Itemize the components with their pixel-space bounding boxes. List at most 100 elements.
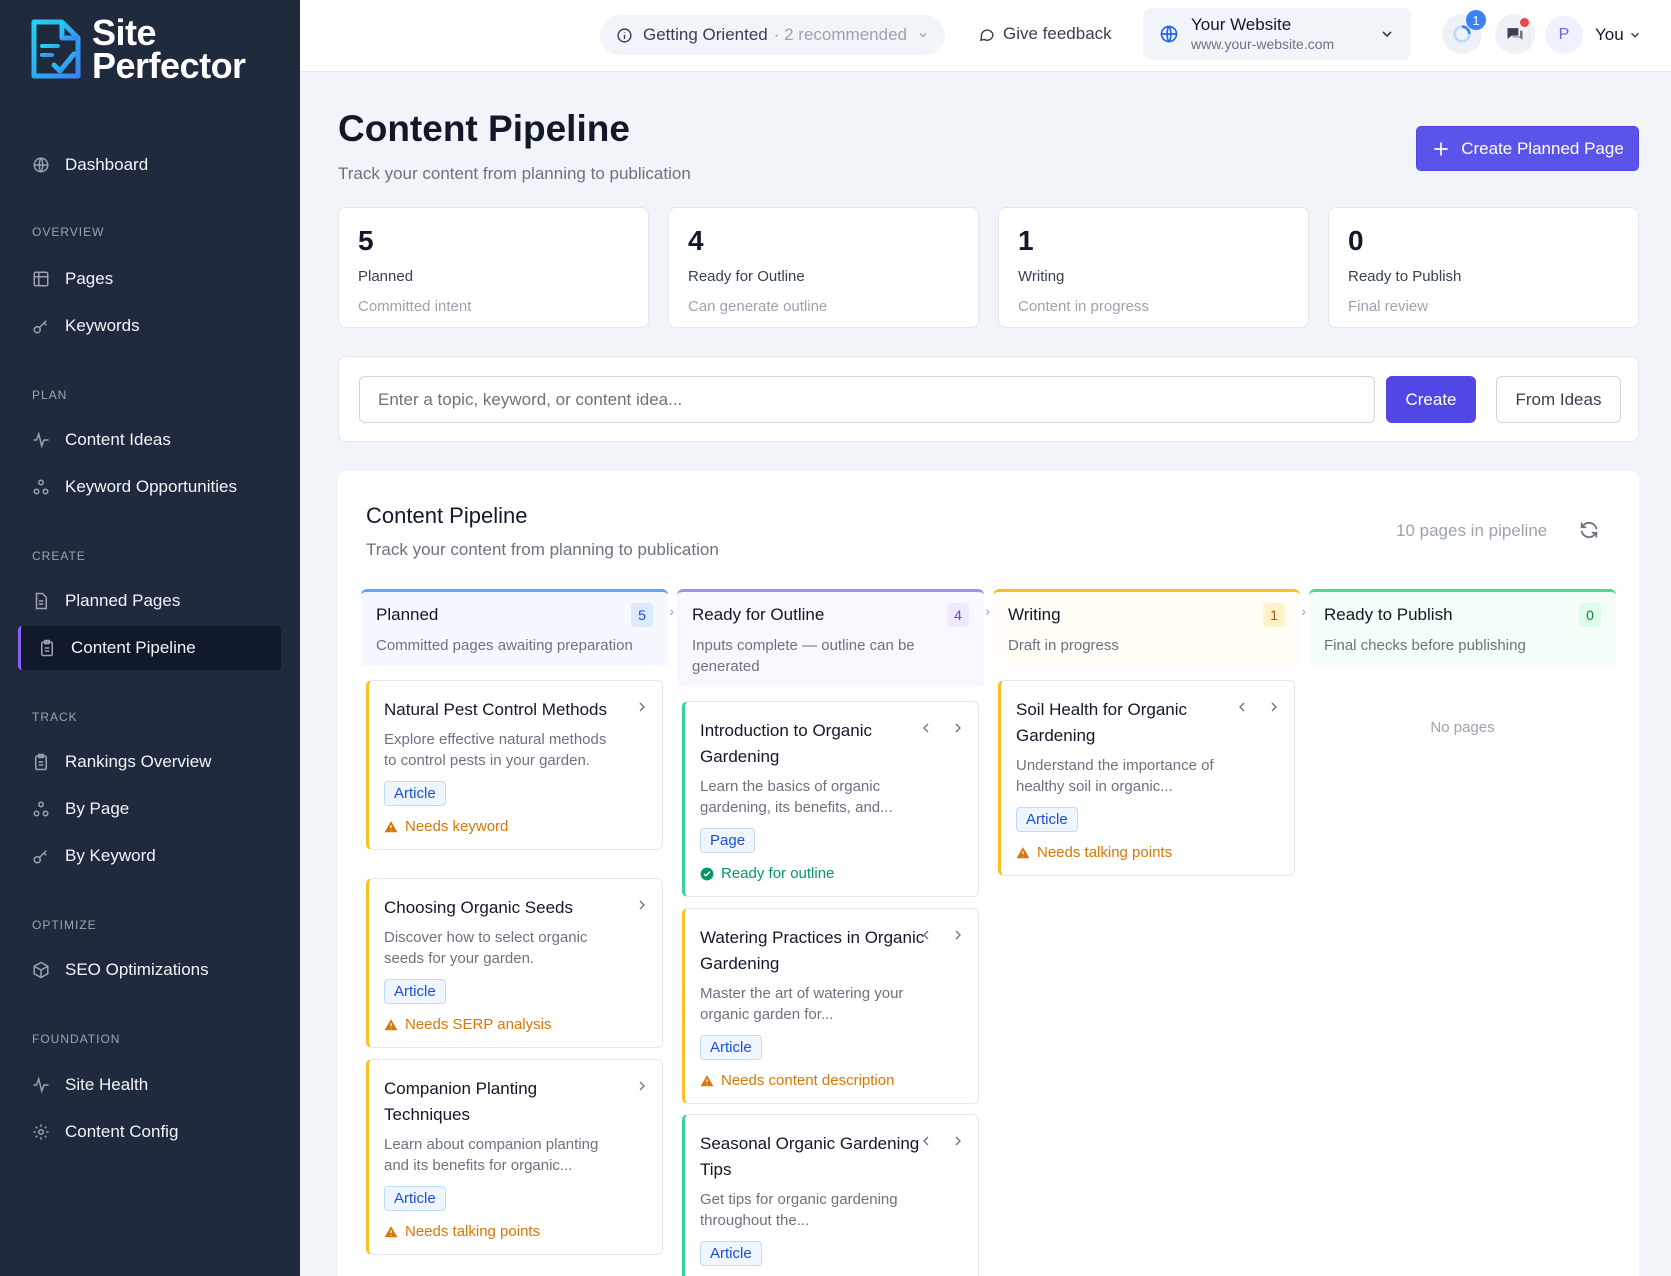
- chevron-right-icon[interactable]: [1266, 699, 1282, 715]
- pipeline-card[interactable]: Seasonal Organic Gardening Tips Get tips…: [682, 1114, 979, 1276]
- sidebar-item-dashboard[interactable]: Dashboard: [18, 143, 281, 187]
- stat-value: 1: [1018, 225, 1034, 256]
- sidebar-item-rankings-overview[interactable]: Rankings Overview: [18, 740, 281, 784]
- give-feedback-button[interactable]: Give feedback: [978, 24, 1112, 44]
- chevron-right-icon[interactable]: [950, 720, 966, 736]
- create-planned-page-button[interactable]: Create Planned Page: [1416, 126, 1639, 171]
- pipeline-card[interactable]: Choosing Organic Seeds Discover how to s…: [366, 878, 663, 1048]
- content-type-tag: Article: [700, 1035, 762, 1060]
- warning-icon: [384, 1018, 398, 1032]
- chevron-left-icon[interactable]: [1234, 699, 1250, 715]
- content-type-tag: Article: [384, 1186, 446, 1211]
- create-button[interactable]: Create: [1386, 376, 1476, 423]
- sidebar-item-planned-pages[interactable]: Planned Pages: [18, 579, 281, 623]
- stat-description: Can generate outline: [688, 298, 828, 315]
- card-status: Ready for outline: [700, 865, 962, 882]
- user-label: You: [1595, 25, 1624, 44]
- nav-section-plan: PLAN: [32, 388, 68, 402]
- sidebar-item-label: Keyword Opportunities: [65, 477, 237, 496]
- chat-bubbles-icon: [1505, 24, 1525, 44]
- chevron-right-icon: ›: [1301, 603, 1306, 619]
- stat-label: Planned: [358, 268, 414, 285]
- stat-description: Committed intent: [358, 298, 472, 315]
- chevron-left-icon[interactable]: [918, 720, 934, 736]
- card-title: Choosing Organic Seeds: [384, 898, 574, 917]
- content-type-tag: Article: [700, 1241, 762, 1266]
- column-count-badge: 0: [1579, 603, 1601, 627]
- sidebar-item-keywords[interactable]: Keywords: [18, 304, 281, 348]
- sidebar-item-label: By Keyword: [65, 846, 156, 865]
- sidebar-item-pages[interactable]: Pages: [18, 257, 281, 301]
- avatar: P: [1545, 16, 1583, 54]
- stat-value: 5: [358, 225, 374, 256]
- getting-oriented-label: Getting Oriented: [643, 25, 768, 44]
- chevron-right-icon[interactable]: [634, 699, 650, 715]
- clipboard-icon: [38, 639, 56, 657]
- column-header: Writing 1 Draft in progress: [993, 589, 1300, 666]
- card-description: Get tips for organic gardening throughou…: [700, 1191, 898, 1229]
- content-type-tag: Article: [1016, 807, 1078, 832]
- notification-count-badge: 1: [1466, 10, 1486, 30]
- chevron-right-icon[interactable]: [634, 897, 650, 913]
- chevron-left-icon[interactable]: [918, 927, 934, 943]
- card-status: Needs SERP analysis: [384, 1016, 646, 1033]
- sidebar-item-content-ideas[interactable]: Content Ideas: [18, 418, 281, 462]
- info-icon: [616, 27, 633, 44]
- column-description: Committed pages awaiting preparation: [376, 637, 633, 654]
- card-description: Learn the basics of organic gardening, i…: [700, 778, 893, 816]
- sidebar-item-label: Rankings Overview: [65, 752, 212, 771]
- pulse-icon: [32, 1076, 50, 1094]
- board-subtitle: Track your content from planning to publ…: [366, 540, 719, 559]
- nav-section-track: TRACK: [32, 710, 78, 724]
- globe-icon: [1159, 24, 1179, 44]
- pipeline-card[interactable]: Natural Pest Control Methods Explore eff…: [366, 680, 663, 850]
- column-header: Ready to Publish 0 Final checks before pu…: [1309, 589, 1616, 666]
- website-url: www.your-website.com: [1191, 36, 1335, 52]
- chevron-left-icon[interactable]: [918, 1133, 934, 1149]
- stat-label: Ready for Outline: [688, 268, 805, 285]
- refresh-icon[interactable]: [1578, 519, 1600, 541]
- chevron-right-icon: ›: [985, 603, 990, 619]
- nav-section-overview: OVERVIEW: [32, 225, 105, 239]
- create-planned-page-label: Create Planned Page: [1461, 138, 1624, 158]
- sidebar-item-by-keyword[interactable]: By Keyword: [18, 834, 281, 878]
- sidebar-item-content-pipeline[interactable]: Content Pipeline: [18, 626, 281, 670]
- column-description: Draft in progress: [1008, 637, 1119, 654]
- card-description: Master the art of watering your organic …: [700, 985, 904, 1023]
- sidebar-item-keyword-opportunities[interactable]: Keyword Opportunities: [18, 465, 281, 509]
- from-ideas-button[interactable]: From Ideas: [1496, 376, 1621, 423]
- pipeline-card[interactable]: Watering Practices in Organic Gardening …: [682, 908, 979, 1104]
- column-title: Writing: [1008, 605, 1061, 624]
- sidebar-item-label: Content Ideas: [65, 430, 171, 449]
- sidebar-item-content-config[interactable]: Content Config: [18, 1110, 281, 1154]
- progress-indicator-button[interactable]: 1: [1442, 10, 1486, 54]
- card-title: Companion Planting Techniques: [384, 1079, 538, 1124]
- sidebar-item-label: By Page: [65, 799, 130, 818]
- stat-card-ready-for-outline: 4 Ready for Outline Can generate outline: [668, 207, 979, 328]
- topic-input[interactable]: [359, 376, 1375, 423]
- pipeline-card[interactable]: Companion Planting Techniques Learn abou…: [366, 1059, 663, 1255]
- column-description: Inputs complete — outline can be generat…: [692, 637, 915, 675]
- card-status: Needs talking points: [1016, 844, 1278, 861]
- chevron-right-icon[interactable]: [950, 1133, 966, 1149]
- website-selector[interactable]: Your Website www.your-website.com: [1143, 8, 1411, 60]
- sidebar-item-seo-optimizations[interactable]: SEO Optimizations: [18, 948, 281, 992]
- column-count-badge: 5: [631, 603, 653, 627]
- getting-oriented-button[interactable]: Getting Oriented · 2 recommended: [600, 15, 945, 55]
- give-feedback-label: Give feedback: [1003, 24, 1112, 43]
- chevron-right-icon[interactable]: [634, 1078, 650, 1094]
- pipeline-card[interactable]: Introduction to Organic Gardening Learn …: [682, 701, 979, 897]
- sidebar-item-site-health[interactable]: Site Health: [18, 1063, 281, 1107]
- stat-card-planned: 5 Planned Committed intent: [338, 207, 649, 328]
- divider: [1529, 20, 1530, 50]
- nav-section-foundation: FOUNDATION: [32, 1032, 121, 1046]
- user-menu-button[interactable]: P You: [1545, 16, 1642, 54]
- card-title: Natural Pest Control Methods: [384, 700, 607, 719]
- card-title: Introduction to Organic Gardening: [700, 721, 872, 766]
- pipeline-card[interactable]: Soil Health for Organic Gardening Unders…: [998, 680, 1295, 876]
- chevron-down-icon: [1379, 26, 1395, 42]
- column-planned: Planned 5 Committed pages awaiting prepar…: [361, 589, 674, 1255]
- logo[interactable]: Site Perfector: [28, 15, 246, 84]
- chevron-right-icon[interactable]: [950, 927, 966, 943]
- sidebar-item-by-page[interactable]: By Page: [18, 787, 281, 831]
